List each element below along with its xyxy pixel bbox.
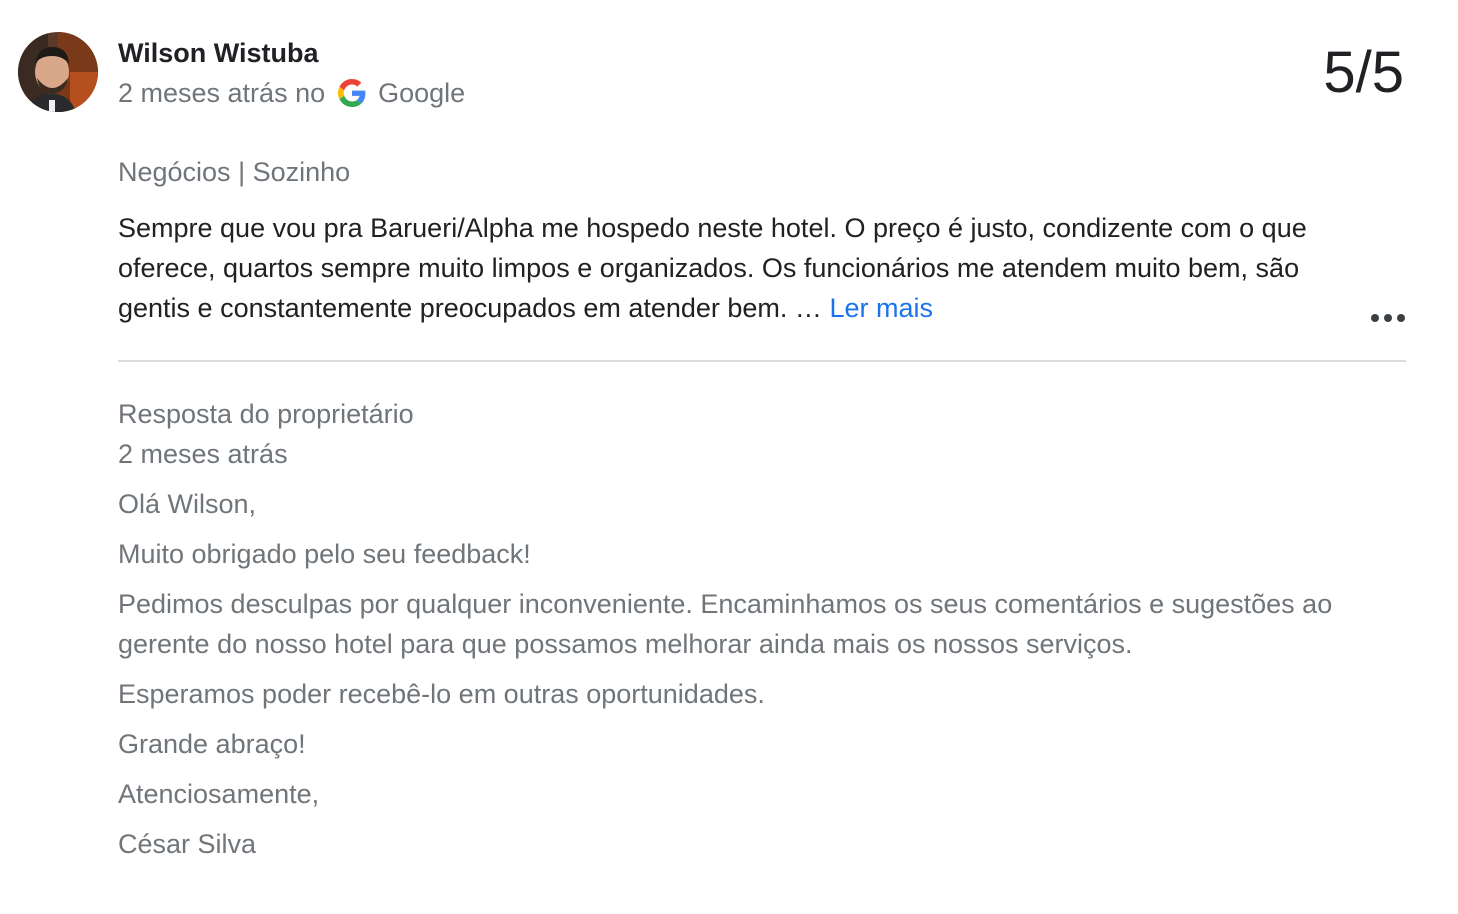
more-options-button[interactable]: [1368, 306, 1408, 330]
reply-paragraph: Olá Wilson,: [118, 489, 257, 519]
owner-reply-time: 2 meses atrás: [118, 439, 288, 469]
review-score: 5/5: [1323, 40, 1404, 105]
google-icon: [338, 79, 366, 107]
trip-type: Negócios | Sozinho: [118, 157, 351, 187]
review-body: Sempre que vou pra Barueri/Alpha me hosp…: [118, 213, 1307, 323]
author-name[interactable]: Wilson Wistuba: [118, 36, 319, 70]
read-more-link[interactable]: Ler mais: [829, 293, 933, 323]
divider: [118, 360, 1406, 362]
review-text: Sempre que vou pra Barueri/Alpha me hosp…: [118, 208, 1348, 328]
owner-reply-title: Resposta do proprietário: [118, 399, 414, 429]
reply-paragraph: Grande abraço!: [118, 729, 306, 759]
reply-paragraph: Pedimos desculpas por qualquer inconveni…: [118, 589, 1333, 659]
owner-reply: Resposta do proprietário 2 meses atrás O…: [118, 394, 1408, 864]
reply-paragraph: Muito obrigado pelo seu feedback!: [118, 539, 531, 569]
avatar-photo: [18, 32, 98, 112]
review-source: Google: [378, 77, 466, 108]
reply-paragraph: Esperamos poder recebê-lo em outras opor…: [118, 679, 765, 709]
review-meta: 2 meses atrás no Google: [118, 74, 465, 112]
reply-paragraph: Atenciosamente,: [118, 779, 320, 809]
review-time: 2 meses atrás no: [118, 77, 326, 108]
more-horiz-icon: [1371, 314, 1405, 322]
avatar[interactable]: [18, 32, 98, 112]
reply-paragraph: César Silva: [118, 829, 257, 859]
